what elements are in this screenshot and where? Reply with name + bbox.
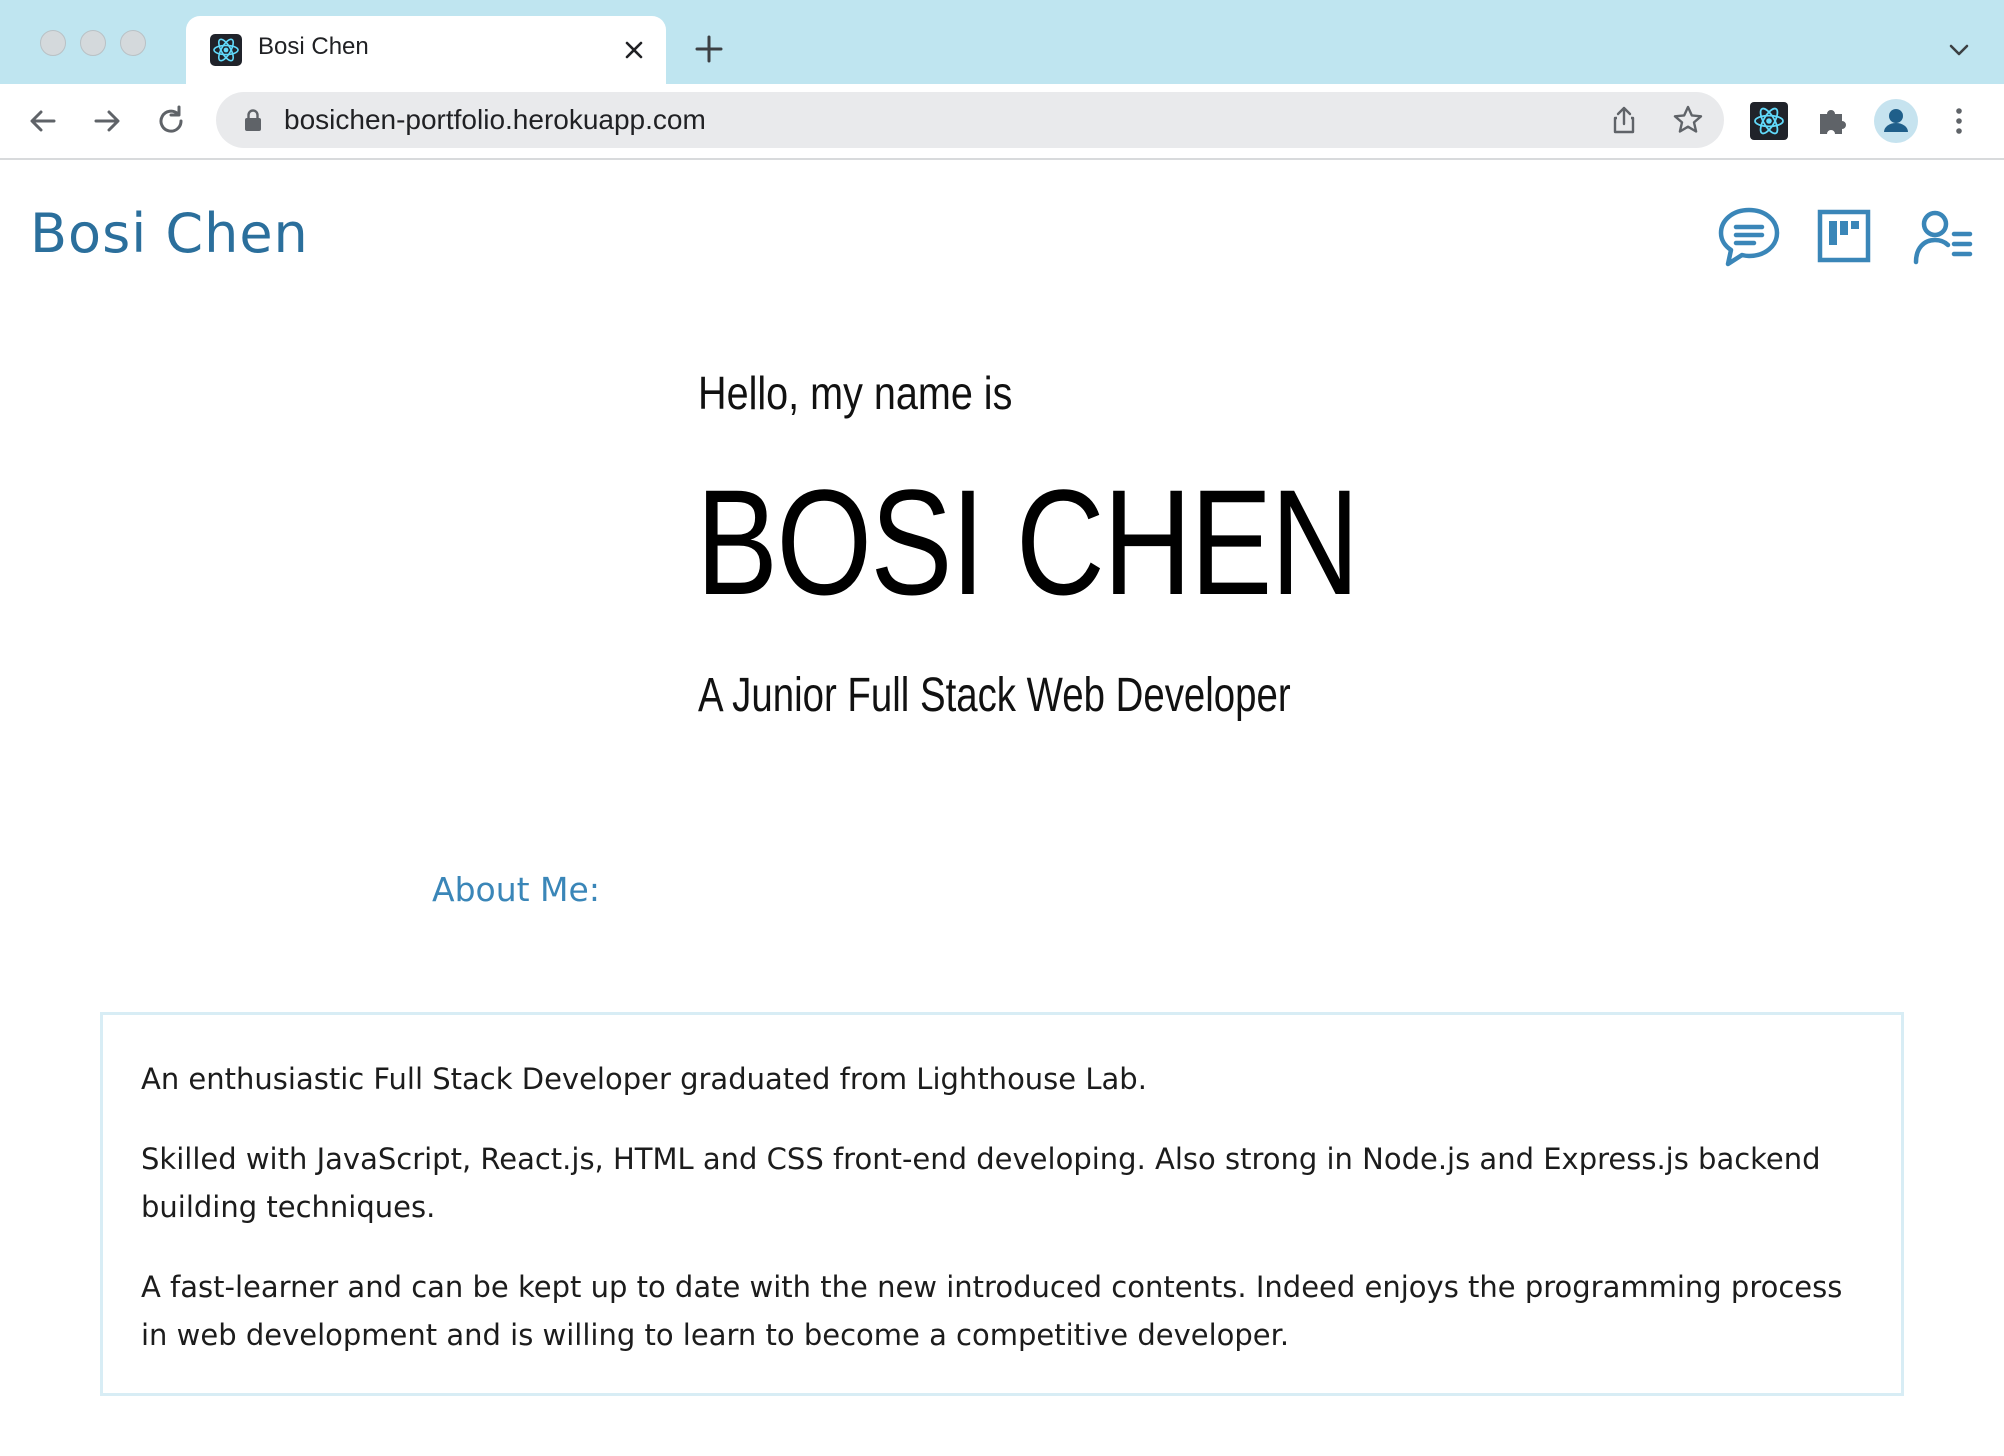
reload-icon [159,105,183,133]
new-tab-button[interactable] [694,34,724,64]
active-tab[interactable]: Bosi Chen [186,16,666,84]
project-board-icon[interactable] [1812,204,1878,270]
about-heading: About Me: [432,870,600,909]
kebab-icon[interactable] [1940,102,1978,140]
site-brand[interactable]: Bosi Chen [30,202,309,265]
about-paragraph: An enthusiastic Full Stack Developer gra… [141,1062,1147,1096]
puzzle-icon[interactable] [1814,102,1852,140]
arrow-left-icon [30,110,56,132]
share-icon[interactable] [1608,104,1640,136]
about-card: An enthusiastic Full Stack Developer gra… [100,1012,1904,1396]
back-button[interactable] [24,102,62,140]
react-devtools-icon[interactable] [1750,102,1788,140]
forward-button[interactable] [88,102,126,140]
tab-strip: Bosi Chen [0,0,2004,84]
browser-toolbar: bosichen-portfolio.herokuapp.com [0,84,2004,160]
chevron-down-icon[interactable] [1946,40,1972,60]
react-logo-icon [210,34,242,66]
window-close-button[interactable] [40,30,66,56]
window-zoom-button[interactable] [120,30,146,56]
hero-subtitle: A Junior Full Stack Web Developer [698,669,1291,722]
star-icon[interactable] [1672,104,1704,136]
url-text[interactable]: bosichen-portfolio.herokuapp.com [284,104,706,136]
tab-title: Bosi Chen [258,33,369,60]
address-bar[interactable]: bosichen-portfolio.herokuapp.com [216,92,1724,148]
hero-name: BOSI CHEN [696,458,1360,626]
reload-button[interactable] [152,102,190,140]
arrow-right-icon [94,110,120,132]
window-minimize-button[interactable] [80,30,106,56]
about-paragraph: Skilled with JavaScript, React.js, HTML … [141,1142,1821,1224]
chat-bubble-icon[interactable] [1716,204,1782,270]
resume-icon[interactable] [1910,204,1976,270]
avatar-icon[interactable] [1874,99,1918,143]
lock-icon [242,108,264,132]
about-paragraph: A fast-learner and can be kept up to dat… [141,1270,1843,1352]
hero-greeting: Hello, my name is [698,367,1013,419]
page-content: Bosi Chen Hello, my name is BOSI CHEN A … [0,160,2004,1456]
close-icon[interactable] [620,36,648,64]
